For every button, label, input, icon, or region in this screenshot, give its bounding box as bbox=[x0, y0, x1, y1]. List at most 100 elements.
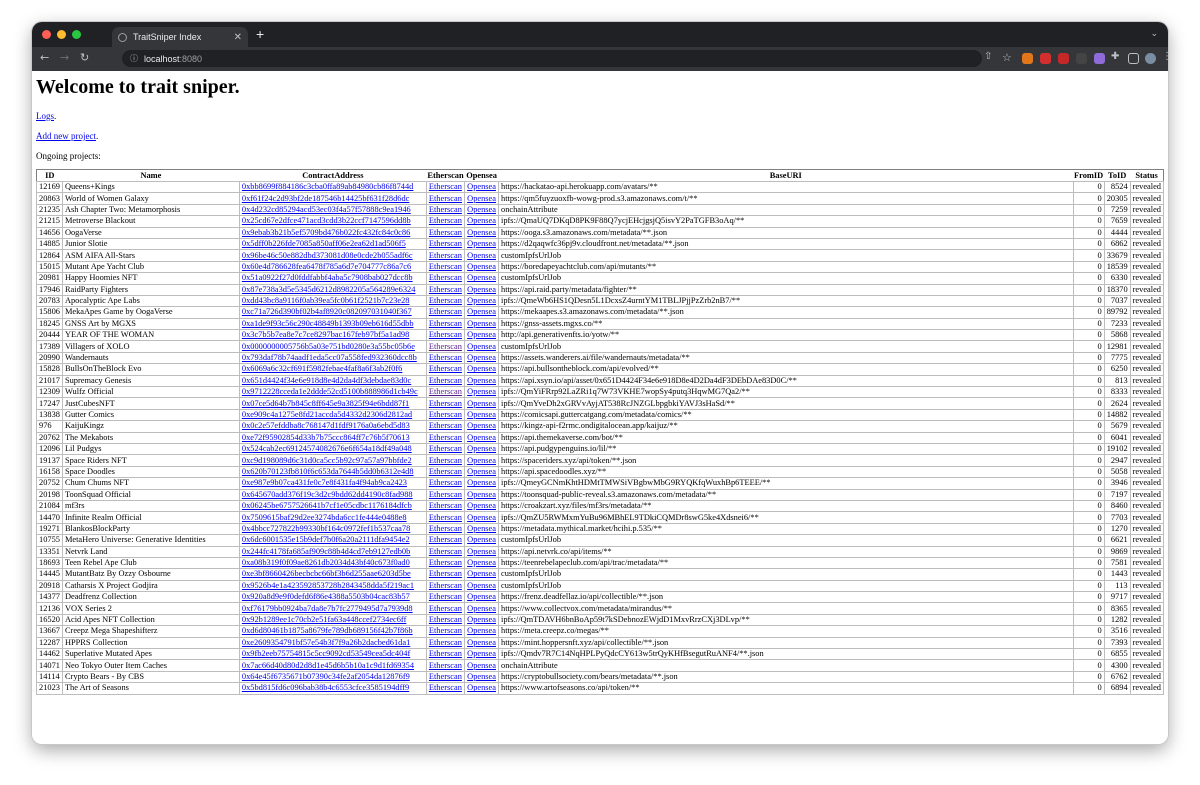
info-icon[interactable]: ⓘ bbox=[130, 53, 138, 64]
opensea-link[interactable]: Opensea bbox=[467, 524, 496, 533]
contract-address-link[interactable]: 0x9526b4e1a423592853728b2843458dda5f219a… bbox=[242, 581, 414, 590]
opensea-link[interactable]: Opensea bbox=[467, 501, 496, 510]
puzzle-icon[interactable]: ✚ bbox=[1111, 51, 1119, 62]
opensea-link[interactable]: Opensea bbox=[467, 342, 496, 351]
extension-icon[interactable] bbox=[1076, 53, 1087, 64]
contract-address-link[interactable]: 0xf61f24c2d93bf2de187546b14425bf631f28d6… bbox=[242, 194, 409, 203]
contract-address-link[interactable]: 0x87e738a3d5e5345d6212d8982205a564289e63… bbox=[242, 285, 416, 294]
etherscan-link[interactable]: Etherscan bbox=[429, 330, 462, 339]
opensea-link[interactable]: Opensea bbox=[467, 262, 496, 271]
opensea-link[interactable]: Opensea bbox=[467, 285, 496, 294]
contract-address-link[interactable]: 0xc71a726d390bf02b4af8920c082097031040f3… bbox=[242, 307, 412, 316]
etherscan-link[interactable]: Etherscan bbox=[429, 513, 462, 522]
opensea-link[interactable]: Opensea bbox=[467, 592, 496, 601]
contract-address-link[interactable]: 0x06245be6757526641b7cf1e05cdbc1176184df… bbox=[242, 501, 412, 510]
opensea-link[interactable]: Opensea bbox=[467, 672, 496, 681]
opensea-link[interactable]: Opensea bbox=[467, 456, 496, 465]
etherscan-link[interactable]: Etherscan bbox=[429, 182, 462, 191]
opensea-link[interactable]: Opensea bbox=[467, 569, 496, 578]
etherscan-link[interactable]: Etherscan bbox=[429, 547, 462, 556]
etherscan-link[interactable]: Etherscan bbox=[429, 399, 462, 408]
opensea-link[interactable]: Opensea bbox=[467, 194, 496, 203]
extension-icon[interactable] bbox=[1058, 53, 1069, 64]
etherscan-link[interactable]: Etherscan bbox=[429, 649, 462, 658]
contract-address-link[interactable]: 0x9ebab3b21b5ef5709bd476b022fc432fc84c0c… bbox=[242, 228, 410, 237]
opensea-link[interactable]: Opensea bbox=[467, 205, 496, 214]
contract-address-link[interactable]: 0x524cab2ec69124574082676e6f654a18df49a0… bbox=[242, 444, 412, 453]
contract-address-link[interactable]: 0x244fc4178fa685af909c88b4d4cd7eb9127edb… bbox=[242, 547, 410, 556]
opensea-link[interactable]: Opensea bbox=[467, 387, 496, 396]
opensea-link[interactable]: Opensea bbox=[467, 376, 496, 385]
opensea-link[interactable]: Opensea bbox=[467, 581, 496, 590]
contract-address-link[interactable]: 0x9fb2eeb75754815c5cc9092cd53549cea5dc40… bbox=[242, 649, 410, 658]
etherscan-link[interactable]: Etherscan bbox=[429, 285, 462, 294]
opensea-link[interactable]: Opensea bbox=[467, 444, 496, 453]
contract-address-link[interactable]: 0x620b70123fb810f6c653da7644b5dd0b6312e4… bbox=[242, 467, 414, 476]
tab-search-icon[interactable]: ⌄ bbox=[1150, 28, 1158, 39]
share-icon[interactable]: ⇧ bbox=[984, 51, 992, 62]
contract-address-link[interactable]: 0x07ce5d64b7b845c8ff645e9a3825f94e6bdd87… bbox=[242, 399, 409, 408]
contract-address-link[interactable]: 0x5bd815fd6c096bab38b4c6553cfce3585194df… bbox=[242, 683, 409, 692]
etherscan-link[interactable]: Etherscan bbox=[429, 661, 462, 670]
etherscan-link[interactable]: Etherscan bbox=[429, 626, 462, 635]
etherscan-link[interactable]: Etherscan bbox=[429, 558, 462, 567]
opensea-link[interactable]: Opensea bbox=[467, 307, 496, 316]
etherscan-link[interactable]: Etherscan bbox=[429, 535, 462, 544]
kebab-menu-icon[interactable]: ⋮ bbox=[1162, 51, 1168, 62]
etherscan-link[interactable]: Etherscan bbox=[429, 273, 462, 282]
etherscan-link[interactable]: Etherscan bbox=[429, 353, 462, 362]
avatar[interactable] bbox=[1145, 53, 1156, 64]
opensea-link[interactable]: Opensea bbox=[467, 319, 496, 328]
contract-address-link[interactable]: 0x9712228cceda1e2ddde52cd5100b888986d1cb… bbox=[242, 387, 418, 396]
contract-address-link[interactable]: 0x6069a6c32cf691f5982febae4faf8a6f3ab2f0… bbox=[242, 364, 402, 373]
opensea-link[interactable]: Opensea bbox=[467, 638, 496, 647]
contract-address-link[interactable]: 0x7509615baf29d2ee3274bda6cc1fe444e0488e… bbox=[242, 513, 407, 522]
etherscan-link[interactable]: Etherscan bbox=[429, 216, 462, 225]
address-bar[interactable]: ⓘ localhost:8080 bbox=[122, 50, 982, 67]
etherscan-link[interactable]: Etherscan bbox=[429, 456, 462, 465]
contract-address-link[interactable]: 0xdd43bc8a9116f0ab39ea5fc0b61f2521b7c23e… bbox=[242, 296, 410, 305]
add-project-link[interactable]: Add new project bbox=[36, 131, 96, 141]
opensea-link[interactable]: Opensea bbox=[467, 433, 496, 442]
etherscan-link[interactable]: Etherscan bbox=[429, 421, 462, 430]
close-tab-icon[interactable]: ✕ bbox=[234, 32, 242, 43]
etherscan-link[interactable]: Etherscan bbox=[429, 307, 462, 316]
contract-address-link[interactable]: 0xf76179bb0924ba7da8e7b7fc2779495d7a7939… bbox=[242, 604, 413, 613]
contract-address-link[interactable]: 0xe909c4a1275e8fd21accda5d4332d2306d2812… bbox=[242, 410, 412, 419]
opensea-link[interactable]: Opensea bbox=[467, 182, 496, 191]
etherscan-link[interactable]: Etherscan bbox=[429, 410, 462, 419]
opensea-link[interactable]: Opensea bbox=[467, 478, 496, 487]
etherscan-link[interactable]: Etherscan bbox=[429, 342, 462, 351]
metamask-extension-icon[interactable] bbox=[1022, 53, 1033, 64]
etherscan-link[interactable]: Etherscan bbox=[429, 604, 462, 613]
etherscan-link[interactable]: Etherscan bbox=[429, 376, 462, 385]
contract-address-link[interactable]: 0x96be46c50e882dbd373081d08e0cde2b055adf… bbox=[242, 251, 413, 260]
etherscan-link[interactable]: Etherscan bbox=[429, 433, 462, 442]
opensea-link[interactable]: Opensea bbox=[467, 353, 496, 362]
contract-address-link[interactable]: 0x4d232cd85294acd53ec03f4a57f57888c9ea19… bbox=[242, 205, 411, 214]
etherscan-link[interactable]: Etherscan bbox=[429, 615, 462, 624]
contract-address-link[interactable]: 0xe72f95902854d33b7b75ccc864ff7c76b5f706… bbox=[242, 433, 410, 442]
opensea-link[interactable]: Opensea bbox=[467, 535, 496, 544]
etherscan-link[interactable]: Etherscan bbox=[429, 467, 462, 476]
opensea-link[interactable]: Opensea bbox=[467, 615, 496, 624]
etherscan-link[interactable]: Etherscan bbox=[429, 228, 462, 237]
new-tab-button[interactable]: + bbox=[256, 26, 264, 42]
opensea-link[interactable]: Opensea bbox=[467, 228, 496, 237]
opensea-link[interactable]: Opensea bbox=[467, 399, 496, 408]
opensea-link[interactable]: Opensea bbox=[467, 330, 496, 339]
etherscan-link[interactable]: Etherscan bbox=[429, 194, 462, 203]
etherscan-link[interactable]: Etherscan bbox=[429, 251, 462, 260]
contract-address-link[interactable]: 0x25cd67e2dfce471acd3cdd3b22ccf7147596dd… bbox=[242, 216, 411, 225]
close-window-button[interactable] bbox=[42, 30, 51, 39]
contract-address-link[interactable]: 0xe2609354791bf57e54b3f7f9a26b2dacbed61d… bbox=[242, 638, 410, 647]
extension-icon[interactable] bbox=[1094, 53, 1105, 64]
maximize-window-button[interactable] bbox=[72, 30, 81, 39]
etherscan-link[interactable]: Etherscan bbox=[429, 524, 462, 533]
contract-address-link[interactable]: 0x3c7b5b7ea8e7c7ce8297bac167feb97bf5a1ad… bbox=[242, 330, 409, 339]
arrow-left-icon[interactable]: ← bbox=[40, 51, 49, 64]
opensea-link[interactable]: Opensea bbox=[467, 490, 496, 499]
etherscan-link[interactable]: Etherscan bbox=[429, 569, 462, 578]
star-icon[interactable]: ☆ bbox=[1002, 51, 1012, 64]
contract-address-link[interactable]: 0x920a8d9e9f0defd6f86e4388a5503b04cac83b… bbox=[242, 592, 410, 601]
